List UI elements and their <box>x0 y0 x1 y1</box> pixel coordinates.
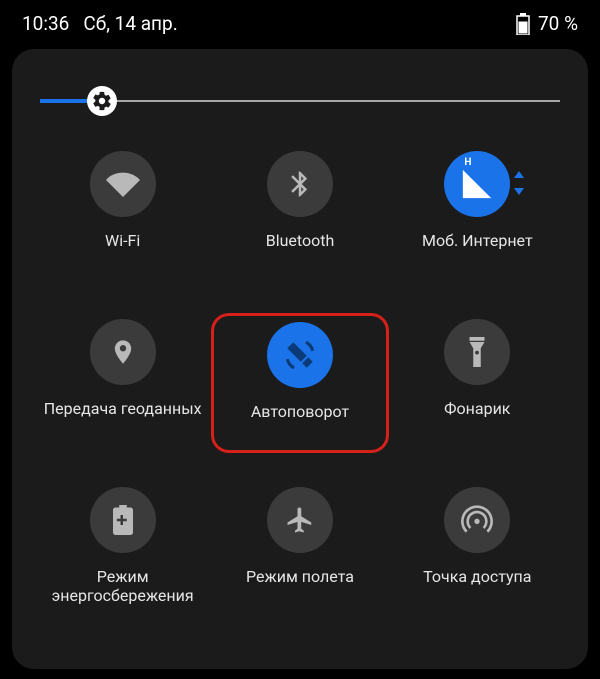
brightness-track <box>40 100 560 102</box>
gear-icon <box>91 90 113 112</box>
quick-settings-panel: Wi-Fi Bluetooth H Моб. Интернет Передача… <box>12 49 588 669</box>
battery-saver-icon <box>90 487 156 553</box>
brightness-slider[interactable] <box>40 87 560 117</box>
tile-label: Автоповорот <box>251 402 349 421</box>
airplane-icon <box>267 487 333 553</box>
tile-label: Bluetooth <box>266 231 335 250</box>
tile-flashlight[interactable]: Фонарик <box>389 313 566 453</box>
status-bar: 10:36 Сб, 14 апр. 70 % <box>0 0 600 41</box>
tile-label: Точка доступа <box>423 567 531 586</box>
status-date: Сб, 14 апр. <box>83 12 177 35</box>
tile-hotspot[interactable]: Точка доступа <box>389 481 566 621</box>
hotspot-icon <box>444 487 510 553</box>
tile-airplane[interactable]: Режим полета <box>211 481 388 621</box>
battery-icon <box>516 13 530 35</box>
tile-autorotate[interactable]: Автоповорот <box>211 313 388 453</box>
tile-label: Передача геоданных <box>44 399 202 418</box>
tile-label: Моб. Интернет <box>422 231 533 250</box>
bluetooth-icon <box>267 151 333 217</box>
autorotate-icon <box>267 322 333 388</box>
tile-battery-saver[interactable]: Режим энергосбережения <box>34 481 211 621</box>
flashlight-icon <box>444 319 510 385</box>
tile-label: Фонарик <box>444 399 510 418</box>
status-time: 10:36 <box>22 12 69 35</box>
tile-bluetooth[interactable]: Bluetooth <box>211 145 388 285</box>
tiles-grid: Wi-Fi Bluetooth H Моб. Интернет Передача… <box>34 145 566 621</box>
mobile-data-icon: H <box>444 151 510 217</box>
tile-label: Режим энергосбережения <box>52 567 194 605</box>
brightness-thumb[interactable] <box>87 86 117 116</box>
tile-mobile-data[interactable]: H Моб. Интернет <box>389 145 566 285</box>
wifi-icon <box>90 151 156 217</box>
location-icon <box>90 319 156 385</box>
tile-wifi[interactable]: Wi-Fi <box>34 145 211 285</box>
tile-label: Режим полета <box>246 567 354 586</box>
tile-label: Wi-Fi <box>105 231 140 250</box>
tile-location[interactable]: Передача геоданных <box>34 313 211 453</box>
battery-percent: 70 % <box>538 12 578 35</box>
